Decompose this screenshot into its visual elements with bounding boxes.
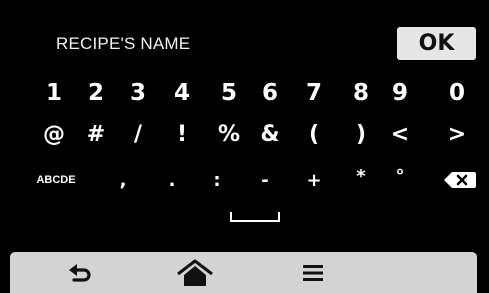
space-key[interactable] <box>229 210 281 224</box>
key-degree[interactable]: ° <box>380 158 420 194</box>
home-icon <box>177 259 213 286</box>
key-asterisk[interactable]: * <box>341 158 381 194</box>
key-6[interactable]: 6 <box>250 75 290 111</box>
backspace-key[interactable] <box>443 170 477 190</box>
key-colon[interactable]: : <box>197 162 237 198</box>
back-button[interactable] <box>45 252 115 293</box>
menu-button[interactable] <box>278 252 348 293</box>
key-percent[interactable]: % <box>209 116 249 152</box>
backspace-icon <box>444 172 476 188</box>
key-plus[interactable]: + <box>294 162 334 198</box>
home-button[interactable] <box>160 252 230 293</box>
key-hash[interactable]: # <box>76 116 116 152</box>
space-bar-icon <box>230 212 280 222</box>
key-close-paren[interactable]: ) <box>341 116 381 152</box>
key-period[interactable]: . <box>152 162 192 198</box>
key-1[interactable]: 1 <box>34 75 74 111</box>
key-exclamation[interactable]: ! <box>162 116 202 152</box>
key-8[interactable]: 8 <box>341 75 381 111</box>
key-slash[interactable]: / <box>118 116 158 152</box>
key-open-paren[interactable]: ( <box>294 116 334 152</box>
key-7[interactable]: 7 <box>294 75 334 111</box>
menu-icon <box>303 264 323 281</box>
key-at[interactable]: @ <box>34 116 74 152</box>
input-field-label: RECIPE'S NAME <box>56 34 191 53</box>
key-ampersand[interactable]: & <box>250 116 290 152</box>
key-less-than[interactable]: < <box>380 116 420 152</box>
key-comma[interactable]: , <box>103 162 143 198</box>
key-minus[interactable]: - <box>245 162 285 198</box>
bottom-nav-bar <box>10 252 477 293</box>
key-greater-than[interactable]: > <box>437 116 477 152</box>
key-9[interactable]: 9 <box>380 75 420 111</box>
ok-button[interactable]: OK <box>397 27 476 60</box>
keyboard-screen: RECIPE'S NAME OK 1 2 3 4 5 6 7 8 9 0 @ #… <box>0 0 489 293</box>
key-abcde[interactable]: ABCDE <box>31 162 81 198</box>
key-3[interactable]: 3 <box>118 75 158 111</box>
key-2[interactable]: 2 <box>76 75 116 111</box>
back-arrow-icon <box>69 263 91 282</box>
key-4[interactable]: 4 <box>162 75 202 111</box>
key-5[interactable]: 5 <box>209 75 249 111</box>
key-0[interactable]: 0 <box>437 75 477 111</box>
